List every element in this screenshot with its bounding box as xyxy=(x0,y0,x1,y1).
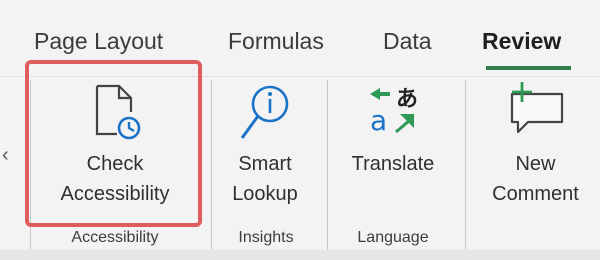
smart-lookup-label-line1: Smart xyxy=(238,153,292,175)
translate-icon: あ a xyxy=(366,84,418,136)
tab-formulas[interactable]: Formulas xyxy=(228,28,324,55)
group-separator xyxy=(211,80,212,250)
new-comment-label-line1: New xyxy=(515,153,556,175)
tab-page-layout[interactable]: Page Layout xyxy=(34,28,163,55)
new-comment-icon xyxy=(508,80,564,136)
smart-lookup-label-line2: Lookup xyxy=(232,183,298,205)
ribbon-bottom-bar xyxy=(0,250,600,260)
group-separator xyxy=(327,80,328,250)
smart-lookup-icon xyxy=(238,82,292,144)
translate-button[interactable]: あ a Translate xyxy=(338,68,448,243)
svg-text:あ: あ xyxy=(396,87,418,112)
group-separator xyxy=(465,80,466,250)
svg-text:a: a xyxy=(370,104,387,136)
tab-data[interactable]: Data xyxy=(383,28,432,55)
ribbon-scroll-left-icon[interactable]: ‹ xyxy=(2,144,9,167)
group-label-accessibility: Accessibility xyxy=(71,229,159,246)
new-comment-label-line2: Comment xyxy=(492,183,579,205)
tab-review[interactable]: Review xyxy=(482,28,561,55)
highlight-box xyxy=(25,60,202,227)
new-comment-button[interactable]: New Comment xyxy=(478,68,593,243)
smart-lookup-button[interactable]: Smart Lookup xyxy=(220,68,310,243)
group-label-insights: Insights xyxy=(238,229,294,246)
group-label-language: Language xyxy=(357,229,429,246)
translate-label: Translate xyxy=(351,153,435,175)
